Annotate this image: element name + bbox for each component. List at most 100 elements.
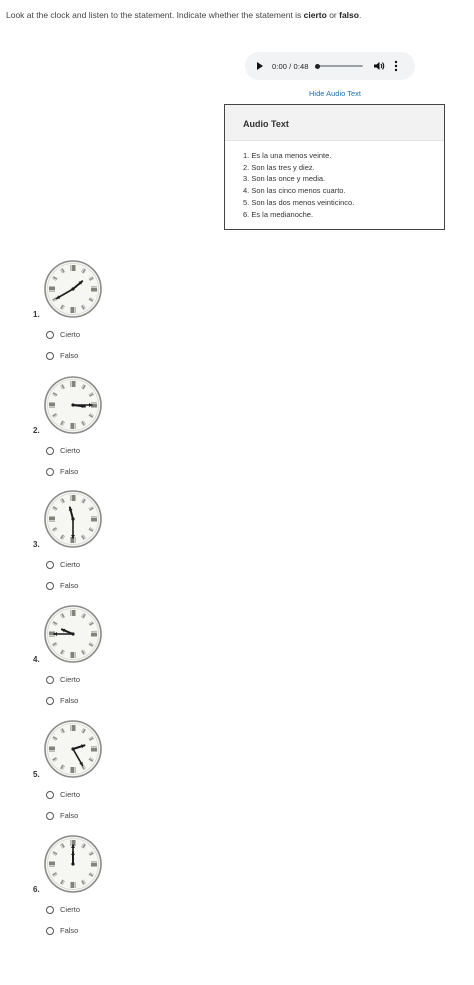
clock-image bbox=[44, 490, 102, 548]
radio-button[interactable] bbox=[46, 581, 54, 590]
option-label: Cierto bbox=[60, 905, 81, 914]
option-cierto[interactable]: Cierto bbox=[46, 330, 80, 339]
instructions-cierto: cierto bbox=[303, 10, 327, 20]
audio-text-line: 4. Son las cinco menos cuarto. bbox=[243, 186, 346, 196]
radio-button[interactable] bbox=[46, 330, 54, 339]
option-cierto[interactable]: Cierto bbox=[46, 675, 80, 684]
option-cierto[interactable]: Cierto bbox=[46, 560, 80, 569]
hide-audio-text-link[interactable]: Hide Audio Text bbox=[300, 89, 370, 98]
option-falso[interactable]: Falso bbox=[46, 696, 78, 705]
question-number: 2. bbox=[33, 426, 40, 435]
option-falso[interactable]: Falso bbox=[46, 467, 78, 476]
audio-progress-thumb[interactable] bbox=[314, 63, 320, 69]
option-label: Falso bbox=[60, 696, 79, 705]
instructions: Look at the clock and listen to the stat… bbox=[6, 10, 468, 20]
clock-center bbox=[71, 517, 75, 521]
hour-mark bbox=[70, 495, 76, 501]
question-5: 5. Cierto Falso bbox=[0, 716, 474, 830]
hour-mark bbox=[70, 423, 76, 429]
instructions-text: Look at the clock and listen to the stat… bbox=[6, 10, 304, 20]
audio-text-line: 5. Son las dos menos veinticinco. bbox=[243, 197, 355, 207]
hour-mark bbox=[91, 516, 97, 522]
radio-button[interactable] bbox=[46, 811, 54, 820]
option-cierto[interactable]: Cierto bbox=[46, 446, 80, 455]
option-label: Falso bbox=[60, 581, 79, 590]
clock-image bbox=[44, 720, 102, 778]
hour-mark bbox=[70, 381, 76, 387]
hour-mark bbox=[70, 767, 76, 773]
volume-icon[interactable] bbox=[373, 61, 386, 71]
audio-player[interactable]: 0:00 / 0:48 bbox=[245, 52, 415, 80]
radio-button[interactable] bbox=[46, 446, 54, 455]
hour-mark bbox=[70, 265, 76, 271]
clock-center bbox=[71, 632, 75, 636]
radio-button[interactable] bbox=[46, 790, 54, 799]
option-label: Falso bbox=[60, 467, 79, 476]
hour-mark bbox=[70, 882, 76, 888]
question-1: 1. Cierto Falso bbox=[0, 256, 474, 370]
option-cierto[interactable]: Cierto bbox=[46, 905, 80, 914]
radio-button[interactable] bbox=[46, 560, 54, 569]
audio-text-line: 1. Es la una menos veinte. bbox=[243, 151, 332, 160]
more-options-icon[interactable] bbox=[394, 60, 398, 72]
option-label: Cierto bbox=[60, 560, 81, 569]
option-label: Cierto bbox=[60, 675, 81, 684]
hour-mark bbox=[49, 746, 55, 752]
clock-center bbox=[71, 287, 75, 291]
clock-image bbox=[44, 376, 102, 434]
option-label: Falso bbox=[60, 351, 79, 360]
question-number: 5. bbox=[33, 770, 40, 779]
option-cierto[interactable]: Cierto bbox=[46, 790, 80, 799]
clock-image bbox=[44, 260, 102, 318]
question-number: 6. bbox=[33, 885, 40, 894]
hour-mark bbox=[91, 746, 97, 752]
option-label: Falso bbox=[60, 926, 79, 935]
instructions-or: or bbox=[326, 10, 340, 20]
clock-image bbox=[44, 605, 102, 663]
question-number: 4. bbox=[33, 655, 40, 664]
radio-button[interactable] bbox=[46, 675, 54, 684]
option-falso[interactable]: Falso bbox=[46, 581, 78, 590]
audio-text-panel: Audio Text 1. Es la una menos veinte. 2.… bbox=[224, 104, 445, 230]
question-3: 3. Cierto Falso bbox=[0, 486, 474, 600]
audio-text-line: 2. Son las tres y diez. bbox=[243, 162, 315, 172]
audio-text-list: 1. Es la una menos veinte. 2. Son las tr… bbox=[225, 141, 444, 220]
option-falso[interactable]: Falso bbox=[46, 351, 78, 360]
radio-button[interactable] bbox=[46, 351, 54, 360]
hour-mark bbox=[70, 652, 76, 658]
option-label: Cierto bbox=[60, 790, 81, 799]
audio-text-line: 6. Es la medianoche. bbox=[243, 209, 314, 219]
audio-text-title: Audio Text bbox=[225, 105, 444, 141]
question-2: 2. Cierto Falso bbox=[0, 372, 474, 486]
question-number: 1. bbox=[33, 310, 40, 319]
radio-button[interactable] bbox=[46, 467, 54, 476]
hour-mark bbox=[91, 286, 97, 292]
question-4: 4. Cierto Falso bbox=[0, 601, 474, 715]
hour-mark bbox=[49, 516, 55, 522]
hour-mark bbox=[49, 286, 55, 292]
question-number: 3. bbox=[33, 540, 40, 549]
hour-mark bbox=[49, 402, 55, 408]
clock-image bbox=[44, 835, 102, 893]
option-label: Cierto bbox=[60, 330, 81, 339]
hour-mark bbox=[91, 861, 97, 867]
option-falso[interactable]: Falso bbox=[46, 811, 78, 820]
audio-text-line: 3. Son las once y media. bbox=[243, 174, 326, 184]
audio-time: 0:00 / 0:48 bbox=[272, 61, 309, 71]
hour-mark bbox=[70, 610, 76, 616]
clock-center bbox=[71, 403, 75, 407]
option-falso[interactable]: Falso bbox=[46, 926, 78, 935]
audio-progress-bar[interactable] bbox=[314, 63, 363, 69]
instructions-falso: falso bbox=[339, 10, 359, 20]
option-label: Cierto bbox=[60, 446, 81, 455]
play-icon[interactable] bbox=[257, 62, 263, 70]
option-label: Falso bbox=[60, 811, 79, 820]
hour-mark bbox=[91, 631, 97, 637]
radio-button[interactable] bbox=[46, 926, 54, 935]
instructions-period: . bbox=[358, 10, 362, 20]
clock-center bbox=[71, 747, 75, 751]
hour-mark bbox=[49, 861, 55, 867]
radio-button[interactable] bbox=[46, 905, 54, 914]
radio-button[interactable] bbox=[46, 696, 54, 705]
question-6: 6. Cierto Falso bbox=[0, 831, 474, 945]
